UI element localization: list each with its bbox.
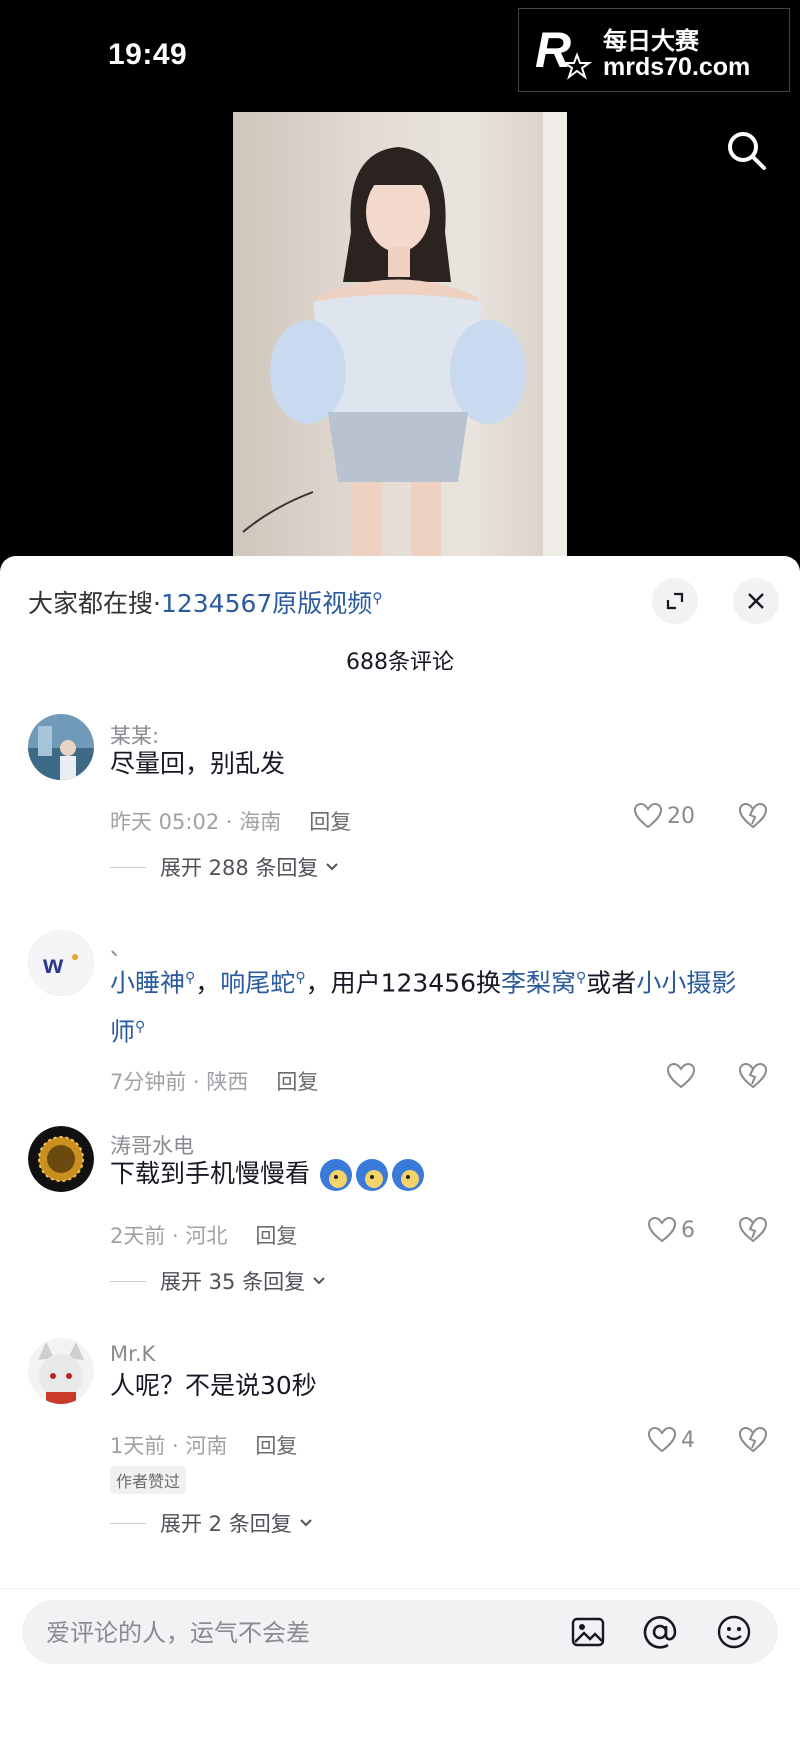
comment-meta: 7分钟前 · 陕西 回复 <box>110 1066 318 1096</box>
text-part: 或者 <box>586 968 637 998</box>
heart-icon <box>633 802 663 829</box>
mention-link[interactable]: 李梨窝 <box>501 968 576 997</box>
dislike-heart-icon <box>738 1426 768 1453</box>
like-count: 4 <box>681 1427 695 1453</box>
search-small-icon: ⚲ <box>295 970 306 986</box>
comment-count: 688条评论 <box>346 650 454 675</box>
like-count: 20 <box>667 803 695 829</box>
close-button[interactable] <box>733 578 779 624</box>
comment-text: 尽量回，别乱发 <box>110 749 286 778</box>
comment-time: 2天前 · 河北 <box>110 1224 228 1248</box>
dislike-heart-icon <box>738 802 768 829</box>
expand-label: 展开 288 条回复 <box>160 856 319 880</box>
watermark-title: 每日大赛 <box>603 27 699 55</box>
svg-text:w: w <box>42 949 64 979</box>
comment-meta: 1天前 · 河南 回复 <box>110 1430 297 1460</box>
comment-input-bar <box>22 1600 778 1666</box>
hot-search[interactable]: 大家都在搜·1234567原版视频⚲ <box>28 584 383 620</box>
svg-text:R: R <box>535 22 571 78</box>
like-button[interactable]: 6 <box>647 1216 695 1244</box>
hot-search-keyword[interactable]: 1234567原版视频 <box>161 589 372 618</box>
comment-username[interactable]: Mr.K <box>110 1342 155 1366</box>
like-button[interactable] <box>666 1062 700 1090</box>
like-button[interactable]: 20 <box>633 802 695 830</box>
video-figure <box>242 112 567 557</box>
search-icon[interactable] <box>724 128 768 172</box>
emoji-stickers <box>319 1159 424 1191</box>
comment-text: 下载到手机慢慢看 <box>110 1152 760 1196</box>
collapse-icon <box>666 592 684 610</box>
avatar[interactable] <box>28 1126 94 1192</box>
dislike-button[interactable] <box>738 1216 768 1248</box>
close-icon <box>748 593 764 609</box>
reply-button[interactable]: 回复 <box>255 1434 297 1458</box>
expand-label: 展开 2 条回复 <box>160 1512 292 1536</box>
author-liked-badge: 作者赞过 <box>110 1466 187 1494</box>
search-small-icon: ⚲ <box>372 590 383 607</box>
at-icon[interactable] <box>642 1614 678 1650</box>
comment-meta: 昨天 05:02 · 海南 回复 <box>110 806 351 836</box>
search-small-icon: ⚲ <box>135 1019 146 1036</box>
reply-button[interactable]: 回复 <box>276 1070 318 1094</box>
expand-label: 展开 35 条回复 <box>160 1270 306 1294</box>
hot-search-prefix: 大家都在搜· <box>28 589 161 618</box>
status-time: 19:49 <box>108 38 188 71</box>
logo-r-icon: R <box>535 22 593 80</box>
reply-button[interactable]: 回复 <box>255 1224 297 1248</box>
image-icon[interactable] <box>570 1614 606 1650</box>
watermark-url: mrds70.com <box>603 53 751 81</box>
expand-divider <box>110 1280 146 1282</box>
search-small-icon: ⚲ <box>576 970 587 986</box>
comment-text-body: 下载到手机慢慢看 <box>110 1159 311 1188</box>
like-button[interactable]: 4 <box>647 1426 695 1454</box>
reply-button[interactable]: 回复 <box>309 810 351 834</box>
comment-meta: 2天前 · 河北 回复 <box>110 1220 297 1250</box>
avatar[interactable] <box>28 714 94 780</box>
mention-link[interactable]: 响尾蛇 <box>220 968 295 997</box>
dislike-button[interactable] <box>738 1062 768 1094</box>
expand-divider <box>110 1522 146 1524</box>
comments-sheet: 大家都在搜·1234567原版视频⚲ 688条评论 某某: 尽量回，别乱发 昨天… <box>0 556 800 1738</box>
comment-text: 人呢？不是说30秒 <box>110 1371 317 1400</box>
comment-time: 昨天 05:02 · 海南 <box>110 810 282 834</box>
dislike-button[interactable] <box>738 1426 768 1458</box>
comment-text: 小睡神⚲，响尾蛇⚲，用户123456换李梨窝⚲或者小小摄影师⚲ <box>110 956 760 1055</box>
like-count: 6 <box>681 1217 695 1243</box>
dislike-heart-icon <box>738 1216 768 1243</box>
comment-time: 1天前 · 河南 <box>110 1434 228 1458</box>
input-divider <box>0 1588 800 1589</box>
comment-time: 7分钟前 · 陕西 <box>110 1070 249 1094</box>
expand-replies[interactable]: 展开 35 条回复 <box>110 1266 327 1296</box>
text-part: ， <box>195 968 221 998</box>
dislike-heart-icon <box>738 1062 768 1089</box>
heart-icon <box>647 1216 677 1243</box>
emoji-icon[interactable] <box>716 1614 752 1650</box>
heart-icon <box>647 1426 677 1453</box>
avatar[interactable]: w <box>28 930 94 996</box>
dislike-button[interactable] <box>738 802 768 834</box>
comment-input[interactable] <box>44 1600 528 1666</box>
chevron-down-icon <box>300 1519 312 1527</box>
chevron-down-icon <box>313 1277 325 1285</box>
mention-link[interactable]: 小睡神 <box>110 968 185 997</box>
avatar[interactable] <box>28 1338 94 1404</box>
collapse-button[interactable] <box>652 578 698 624</box>
expand-replies[interactable]: 展开 288 条回复 <box>110 852 340 882</box>
chevron-down-icon <box>326 863 339 871</box>
video-thumbnail[interactable] <box>233 112 567 557</box>
expand-replies[interactable]: 展开 2 条回复 <box>110 1508 314 1538</box>
watermark-logo: R 每日大赛 mrds70.com <box>518 8 790 92</box>
heart-icon <box>666 1062 696 1089</box>
search-small-icon: ⚲ <box>185 970 196 986</box>
text-part: ，用户123456换 <box>305 968 502 998</box>
expand-divider <box>110 866 146 868</box>
